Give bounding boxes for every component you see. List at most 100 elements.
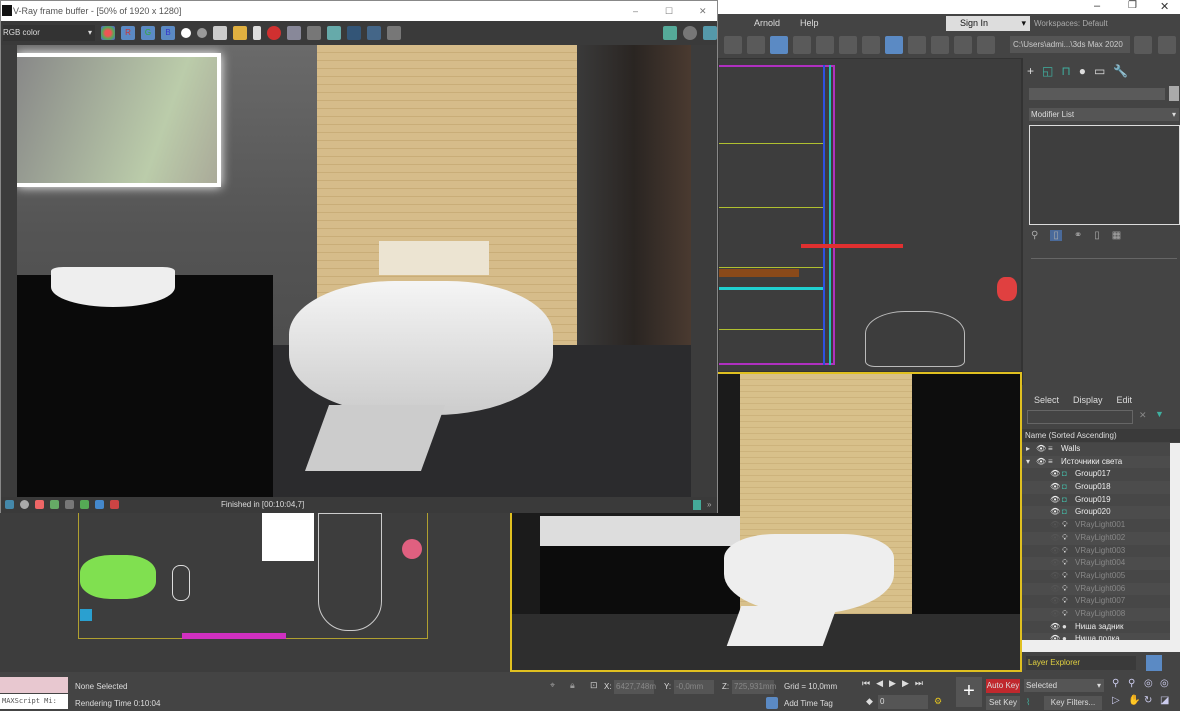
visibility-eye-icon[interactable]: 👁︎ bbox=[1050, 595, 1060, 608]
color-channels-icon[interactable] bbox=[101, 26, 115, 40]
restore-icon[interactable]: ❐ bbox=[1128, 0, 1137, 11]
visibility-eye-icon[interactable]: 👁︎ bbox=[1050, 633, 1060, 640]
explorer-row[interactable]: ▾ 👁︎ ≡ Источники света bbox=[1022, 455, 1170, 469]
blue-channel-button[interactable]: B bbox=[161, 26, 175, 40]
isolate-icon[interactable]: ⌖ bbox=[550, 680, 555, 691]
current-frame-field[interactable]: 0 bbox=[878, 695, 928, 709]
visibility-eye-icon[interactable]: 👁︎ bbox=[1050, 494, 1060, 507]
viewport-front[interactable] bbox=[718, 58, 1022, 372]
visibility-eye-icon[interactable]: 👁︎ bbox=[1050, 519, 1060, 532]
column-header-name[interactable]: Name (Sorted Ascending) bbox=[1022, 429, 1180, 442]
visibility-eye-icon[interactable]: 👁︎ bbox=[1050, 532, 1060, 545]
menu-help[interactable]: Help bbox=[800, 18, 819, 28]
show-end-result-icon[interactable]: ▯ bbox=[1050, 230, 1062, 241]
folder-icon[interactable] bbox=[1158, 36, 1176, 54]
clear-search-icon[interactable]: ✕ bbox=[1139, 410, 1147, 421]
mono-icon[interactable] bbox=[197, 28, 207, 38]
compare-icon[interactable] bbox=[347, 26, 361, 40]
field-of-view-icon[interactable]: ▷ bbox=[1112, 695, 1128, 706]
explorer-tree[interactable]: ▸ 👁︎ ≡ Walls ▾ 👁︎ ≡ Источники света 👁︎ ◘ Group017 👁… bbox=[1022, 443, 1170, 640]
material-editor-icon[interactable] bbox=[862, 36, 880, 54]
modify-tab-icon[interactable]: ◱ bbox=[1042, 64, 1053, 78]
display-tab-icon[interactable]: ▭ bbox=[1094, 64, 1105, 78]
zoom-all-icon[interactable]: ⚲ bbox=[1128, 678, 1144, 689]
motion-tab-icon[interactable]: ● bbox=[1079, 64, 1086, 78]
close-icon[interactable]: ✕ bbox=[1160, 0, 1169, 13]
visibility-eye-icon[interactable]: 👁︎ bbox=[1050, 583, 1060, 596]
collapse-arrow-icon[interactable]: ▾ bbox=[1026, 456, 1030, 469]
render-settings-icon[interactable] bbox=[703, 26, 717, 40]
alpha-icon[interactable] bbox=[181, 28, 191, 38]
workspace-select[interactable]: Workspaces: Default bbox=[1034, 16, 1180, 31]
explorer-menu-select[interactable]: Select bbox=[1034, 395, 1059, 405]
visibility-eye-icon[interactable]: 👁︎ bbox=[1050, 506, 1060, 519]
zoom-extents-all-icon[interactable]: ◎ bbox=[1160, 678, 1176, 689]
explorer-row[interactable]: 👁︎ 💡︎ VRayLight002 bbox=[1022, 531, 1170, 545]
maximize-viewport-icon[interactable]: ◪ bbox=[1160, 695, 1176, 706]
explorer-row[interactable]: 👁︎ 💡︎ VRayLight005 bbox=[1022, 569, 1170, 583]
load-icon[interactable] bbox=[233, 26, 247, 40]
close-icon[interactable]: ✕ bbox=[699, 1, 707, 21]
visibility-eye-icon[interactable]: 👁︎ bbox=[1036, 456, 1046, 469]
curve-editor-icon[interactable] bbox=[816, 36, 834, 54]
key-filters-button[interactable]: Key Filters... bbox=[1044, 696, 1102, 710]
render-teapot-icon[interactable] bbox=[663, 26, 677, 40]
maxscript-input[interactable]: MAXScript Mi: bbox=[0, 694, 68, 709]
play-icon[interactable]: ▶ bbox=[889, 678, 896, 689]
history-icon[interactable] bbox=[387, 26, 401, 40]
visibility-eye-icon[interactable]: 👁︎ bbox=[1036, 443, 1046, 456]
explorer-menu-edit[interactable]: Edit bbox=[1117, 395, 1133, 405]
z-coordinate-field[interactable]: 725,931mm bbox=[732, 680, 776, 694]
visibility-eye-icon[interactable]: 👁︎ bbox=[1050, 481, 1060, 494]
configure-modifier-sets-icon[interactable]: ▦ bbox=[1112, 230, 1121, 241]
key-tangent-icon[interactable]: ⌇ bbox=[1026, 697, 1030, 708]
object-name-field[interactable] bbox=[1029, 88, 1165, 100]
visibility-eye-icon[interactable]: 👁︎ bbox=[1050, 570, 1060, 583]
horizontal-scrollbar[interactable] bbox=[1022, 640, 1180, 652]
curve-icon[interactable] bbox=[65, 500, 74, 509]
interactive-render-icon[interactable] bbox=[683, 26, 697, 40]
explorer-row[interactable]: 👁︎ 💡︎ VRayLight007 bbox=[1022, 595, 1170, 608]
layer-explorer-icon[interactable] bbox=[770, 36, 788, 54]
explorer-menu-display[interactable]: Display bbox=[1073, 395, 1103, 405]
go-to-end-icon[interactable]: ⏭ bbox=[915, 678, 923, 689]
channel-select[interactable]: RGB color ▾ bbox=[3, 25, 95, 41]
explorer-row[interactable]: 👁︎ 💡︎ VRayLight006 bbox=[1022, 582, 1170, 596]
project-path-select[interactable]: C:\Users\admi...\3ds Max 2020 bbox=[1010, 36, 1130, 53]
hierarchy-tab-icon[interactable]: ⊓ bbox=[1061, 64, 1070, 78]
create-tab-icon[interactable]: + bbox=[1027, 64, 1034, 78]
explorer-row[interactable]: 👁︎ 💡︎ VRayLight008 bbox=[1022, 607, 1170, 621]
save-icon[interactable] bbox=[213, 26, 227, 40]
render-cloud-icon[interactable] bbox=[954, 36, 972, 54]
auto-key-button[interactable]: Auto Key bbox=[986, 679, 1020, 693]
maxscript-listener[interactable] bbox=[0, 677, 68, 693]
layer-explorer-toggle-icon[interactable] bbox=[1146, 655, 1162, 671]
lens-effects-icon[interactable] bbox=[5, 500, 14, 509]
explorer-search-input[interactable] bbox=[1027, 410, 1133, 424]
clear-icon[interactable] bbox=[253, 26, 261, 40]
color-correction-icon[interactable] bbox=[35, 500, 44, 509]
remove-modifier-icon[interactable]: ▯ bbox=[1094, 230, 1100, 241]
menu-arnold[interactable]: Arnold bbox=[754, 18, 780, 28]
explorer-row[interactable]: ▸ 👁︎ ≡ Walls bbox=[1022, 443, 1170, 456]
minimize-icon[interactable]: – bbox=[1094, 0, 1100, 12]
visibility-eye-icon[interactable]: 👁︎ bbox=[1050, 608, 1060, 621]
ocio-icon[interactable] bbox=[110, 500, 119, 509]
vertical-scrollbar[interactable] bbox=[1170, 443, 1180, 640]
y-coordinate-field[interactable]: -0,0mm bbox=[674, 680, 714, 694]
explorer-row[interactable]: 👁︎ 💡︎ VRayLight001 bbox=[1022, 519, 1170, 532]
filter-icon[interactable]: ▼ bbox=[1155, 409, 1164, 419]
rendered-frame-icon[interactable] bbox=[908, 36, 926, 54]
add-time-tag-button[interactable]: Add Time Tag bbox=[784, 699, 833, 708]
explorer-row[interactable]: 👁︎ ● Ниша задник bbox=[1022, 620, 1170, 634]
lock-selection-icon[interactable]: 🔒︎ bbox=[570, 680, 575, 691]
explorer-row[interactable]: 👁︎ 💡︎ VRayLight003 bbox=[1022, 544, 1170, 558]
project-icon[interactable] bbox=[1134, 36, 1152, 54]
previous-frame-icon[interactable]: ◀ bbox=[876, 678, 883, 689]
expand-icon[interactable]: » bbox=[707, 497, 711, 513]
maximize-icon[interactable]: ☐ bbox=[665, 1, 673, 21]
render-setup-icon[interactable] bbox=[885, 36, 903, 54]
stats-icon[interactable] bbox=[20, 500, 29, 509]
pan-icon[interactable]: ✋ bbox=[1128, 695, 1144, 706]
utilities-tab-icon[interactable]: 🔧 bbox=[1113, 64, 1128, 78]
